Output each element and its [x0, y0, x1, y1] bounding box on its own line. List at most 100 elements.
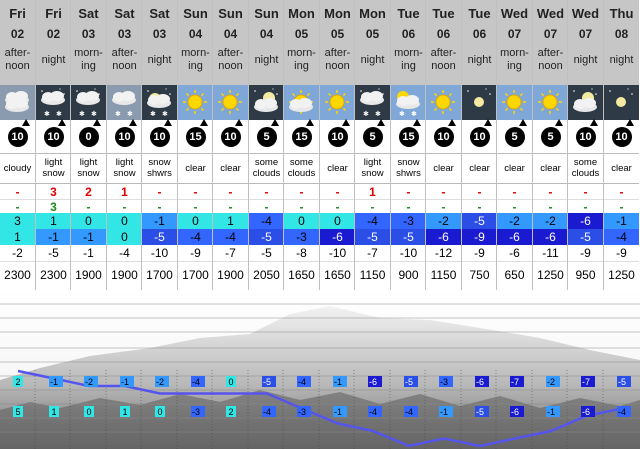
column-divider — [106, 0, 107, 290]
time-of-day: night — [147, 54, 172, 66]
column-divider — [35, 0, 36, 290]
sun-icon — [320, 85, 355, 120]
graph-bottom-label: 0 — [86, 407, 91, 417]
day-name: Tue — [468, 6, 491, 21]
graph-bottom-label: -6 — [511, 407, 519, 417]
wind-speed: 10 — [149, 118, 172, 147]
graph-bottom-label: -1 — [334, 407, 342, 417]
freezing-level: 1900 — [75, 268, 102, 282]
rain-value: 1 — [107, 184, 142, 200]
forecast-column: Sun 04 night 5 some clouds - - -4 -5 -5 2050 — [249, 0, 284, 290]
time-of-day: night — [573, 54, 598, 66]
period-header: Wed 07 after-noon — [533, 0, 568, 85]
snow-depth-graph: 2 -1 -2 -1 -2 -4 0 -5 -4 -1 -6 -5 -3 -6 -7 -2 -7 -5 5 1 0 1 0… — [0, 290, 640, 449]
wind-indicator: 10 — [604, 118, 639, 154]
svg-text:✱: ✱ — [115, 110, 121, 118]
wind-indicator: 10 — [462, 118, 497, 154]
graph-top-label: -2 — [156, 377, 164, 387]
period-header: Mon 05 morn-ing — [284, 0, 319, 85]
rain-value: 3 — [36, 184, 71, 200]
forecast-column: Mon 05 night ✱ ✱ 5 light snow 1- -4 -5 -7 1150 — [355, 0, 390, 290]
rain-value: - — [533, 184, 568, 200]
freezing-level: 1900 — [111, 268, 138, 282]
wind-indicator: 10 — [107, 118, 142, 154]
weather-summary: light snow — [107, 153, 142, 184]
graph-bottom-label: -1 — [440, 407, 448, 417]
max-temp: -2 — [533, 213, 568, 230]
freezing-level: 1700 — [146, 268, 173, 282]
wind-speed: 10 — [433, 118, 456, 147]
sun-snow-icon: ✱ ✱ — [391, 85, 426, 120]
time-of-day: morn-ing — [74, 47, 103, 72]
svg-text:✱: ✱ — [399, 110, 405, 118]
freezing-level: 1650 — [288, 268, 315, 282]
wind-chill: -5 — [249, 245, 284, 262]
day-name: Sun — [183, 6, 208, 21]
day-name: Tue — [432, 6, 455, 21]
wind-indicator: 5 — [355, 118, 390, 154]
rain-value: - — [462, 184, 497, 200]
weather-summary: clear — [604, 153, 639, 184]
time-of-day: night — [41, 54, 66, 66]
max-temp: 0 — [71, 213, 106, 230]
day-name: Fri — [45, 6, 62, 21]
forecast-column: Thu 08 night 10 clear - - -1 -4 -9 1250 — [604, 0, 639, 290]
svg-text:✱: ✱ — [44, 110, 50, 118]
wind-indicator: 15 — [178, 118, 213, 154]
wind-speed: 10 — [114, 118, 137, 147]
day-name: Mon — [359, 6, 386, 21]
max-temp: 0 — [284, 213, 319, 230]
weather-summary: clear — [533, 153, 568, 184]
day-name: Fri — [9, 6, 26, 21]
wind-direction-icon — [518, 118, 527, 126]
max-temp: -2 — [426, 213, 461, 230]
freezing-level: 1650 — [324, 268, 351, 282]
cloudy-icon — [0, 85, 35, 120]
wind-chill: -4 — [107, 245, 142, 262]
freezing-level: 1150 — [359, 268, 386, 282]
graph-top-label: 0 — [228, 377, 233, 387]
day-date: 02 — [10, 27, 25, 41]
min-temp: -5 — [142, 229, 177, 246]
period-header: Mon 05 after-noon — [320, 0, 355, 85]
wind-indicator: 0 — [71, 118, 106, 154]
sun-icon — [497, 85, 532, 120]
graph-bottom-label: 0 — [157, 407, 162, 417]
wind-chill: -1 — [71, 245, 106, 262]
wind-direction-icon — [234, 118, 243, 126]
rain-value: - — [249, 184, 284, 200]
time-of-day: morn-ing — [394, 47, 423, 72]
day-date: 05 — [365, 27, 380, 41]
light-snow-night-icon: ✱ ✱ — [355, 85, 390, 120]
wind-indicator: 10 — [426, 118, 461, 154]
forecast-column: Wed 07 after-noon 5 clear - - -2 -6 -11 1250 — [533, 0, 568, 290]
period-header: Sat 03 morn-ing — [71, 0, 106, 85]
graph-top-label: -1 — [121, 377, 129, 387]
light-snow-night-icon: ✱ ✱ — [71, 85, 106, 120]
graph-bottom-label: -1 — [547, 407, 555, 417]
forecast-column: Mon 05 morn-ing 15 some clouds - -0 -3 -8 1650 — [284, 0, 319, 290]
wind-direction-icon — [483, 118, 492, 126]
wind-speed: 15 — [291, 118, 314, 147]
wind-speed: 10 — [7, 118, 30, 147]
rain-value: - — [213, 184, 248, 200]
wind-indicator: 10 — [213, 118, 248, 154]
freezing-level: 650 — [504, 268, 525, 282]
column-divider — [390, 0, 391, 290]
weather-summary: light snow — [355, 153, 390, 184]
wind-chill: -9 — [178, 245, 213, 262]
period-header: Tue 06 night — [462, 0, 497, 85]
wind-chill: -6 — [497, 245, 532, 262]
wind-speed: 10 — [575, 118, 598, 147]
freezing-level: 1250 — [537, 268, 564, 282]
rain-value: - — [142, 184, 177, 200]
moon-cloud-icon — [249, 85, 284, 120]
wind-indicator: 10 — [142, 118, 177, 154]
max-temp: 0 — [107, 213, 142, 230]
wind-indicator: 10 — [568, 118, 603, 154]
freezing-level: 950 — [575, 268, 596, 282]
graph-bottom-label: -3 — [298, 407, 306, 417]
weather-summary: clear — [426, 153, 461, 184]
graph-bottom-label: -6 — [582, 407, 590, 417]
day-date: 04 — [259, 27, 274, 41]
